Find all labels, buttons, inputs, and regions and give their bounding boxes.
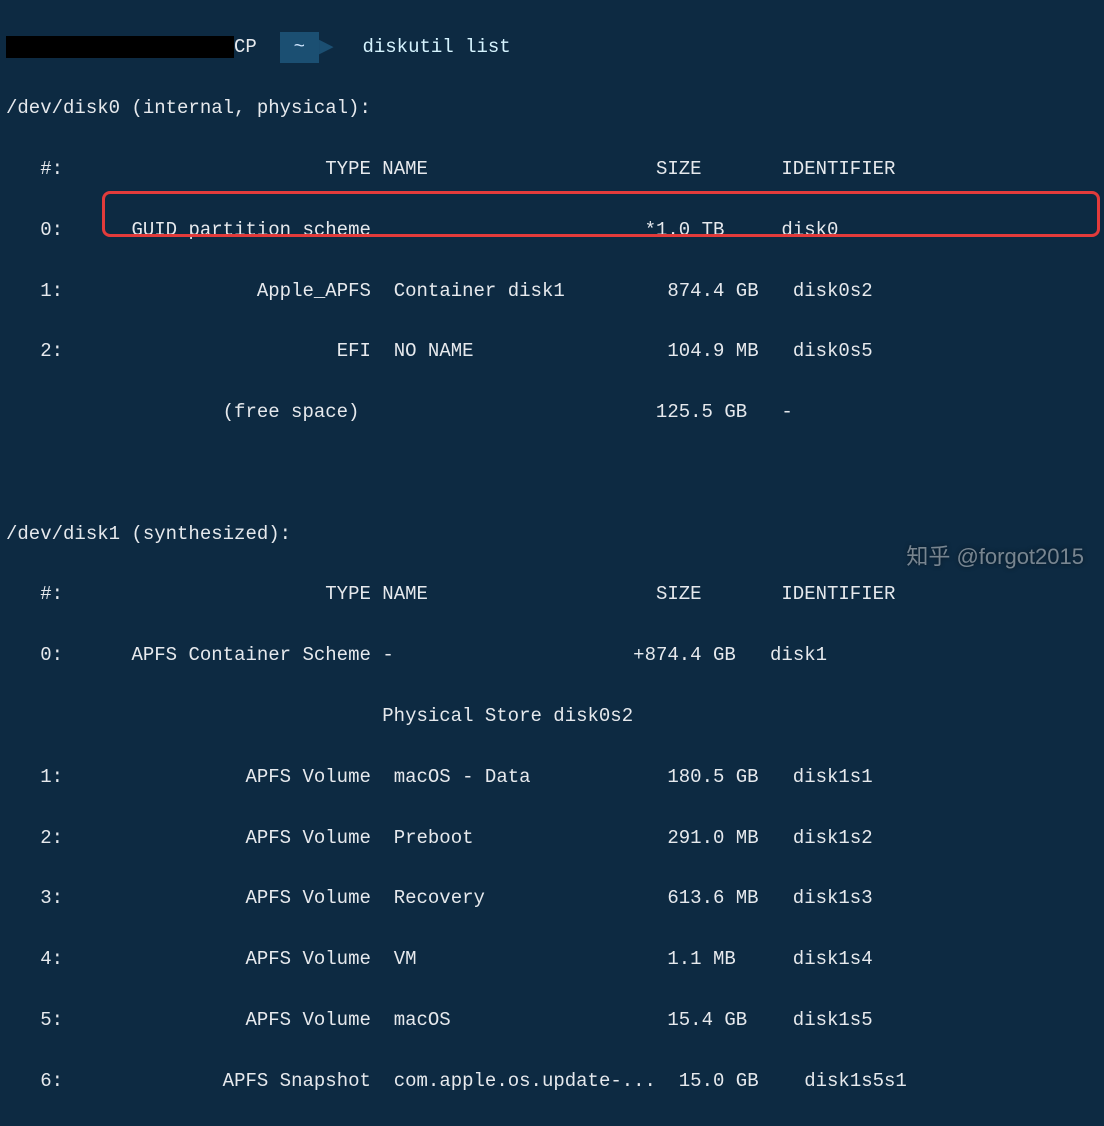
row-type: APFS Volume — [245, 887, 370, 909]
table-row: 1: Apple_APFS Container disk1 874.4 GB d… — [6, 276, 1098, 306]
row-type: (free space) — [223, 401, 360, 423]
physical-store: Physical Store disk0s2 — [6, 701, 1098, 731]
row-size: +874.4 GB — [633, 644, 736, 666]
redacted-host2 — [206, 36, 234, 58]
col-num: #: — [40, 158, 63, 180]
table-row: 2: EFI NO NAME 104.9 MB disk0s5 — [6, 336, 1098, 366]
table-header: #: TYPE NAME SIZE IDENTIFIER — [6, 154, 1098, 184]
redacted-host — [6, 36, 206, 58]
prompt-line[interactable]: CP ~▶ diskutil list — [6, 32, 1098, 62]
host-suffix: CP — [234, 36, 257, 58]
row-id: disk1s4 — [793, 948, 873, 970]
row-num: 2: — [40, 827, 63, 849]
row-num: 1: — [40, 280, 63, 302]
row-num: 0: — [40, 219, 63, 241]
row-type: APFS Volume — [245, 827, 370, 849]
row-name: com.apple.os.update-... — [394, 1070, 656, 1092]
table-header: #: TYPE NAME SIZE IDENTIFIER — [6, 579, 1098, 609]
col-type: TYPE — [325, 158, 371, 180]
row-size: *1.0 TB — [645, 219, 725, 241]
disk1-header: /dev/disk1 (synthesized): — [6, 519, 1098, 549]
row-size: 125.5 GB — [656, 401, 747, 423]
row-num: 5: — [40, 1009, 63, 1031]
table-row: 6: APFS Snapshot com.apple.os.update-...… — [6, 1066, 1098, 1096]
col-size: SIZE — [656, 158, 702, 180]
row-id: disk0s5 — [793, 340, 873, 362]
blank-line — [6, 458, 1098, 488]
row-num: 0: — [40, 644, 63, 666]
command-text: diskutil list — [362, 36, 510, 58]
row-name: - — [382, 644, 393, 666]
row-id: disk0 — [781, 219, 838, 241]
terminal-output: CP ~▶ diskutil list /dev/disk0 (internal… — [0, 0, 1104, 1126]
row-type: APFS Volume — [245, 766, 370, 788]
row-name: macOS — [394, 1009, 451, 1031]
table-row: 2: APFS Volume Preboot 291.0 MB disk1s2 — [6, 823, 1098, 853]
row-id: disk1 — [770, 644, 827, 666]
col-id: IDENTIFIER — [781, 158, 895, 180]
col-id: IDENTIFIER — [781, 583, 895, 605]
table-row: (free space) 125.5 GB - — [6, 397, 1098, 427]
row-name: Preboot — [394, 827, 474, 849]
row-size: 15.4 GB — [667, 1009, 747, 1031]
row-size: 613.6 MB — [667, 887, 758, 909]
path-segment: ~ — [280, 32, 319, 62]
row-type: APFS Volume — [245, 948, 370, 970]
row-name: macOS - Data — [394, 766, 531, 788]
row-type: APFS Container Scheme — [131, 644, 370, 666]
row-name: Container disk1 — [394, 280, 565, 302]
col-type: TYPE — [325, 583, 371, 605]
row-name: VM — [394, 948, 417, 970]
col-name: NAME — [382, 583, 428, 605]
table-row: 0: APFS Container Scheme - +874.4 GB dis… — [6, 640, 1098, 670]
row-size: 15.0 GB — [679, 1070, 759, 1092]
row-type: APFS Snapshot — [223, 1070, 371, 1092]
row-id: disk1s5s1 — [804, 1070, 907, 1092]
row-size: 291.0 MB — [667, 827, 758, 849]
row-size: 1.1 MB — [667, 948, 735, 970]
row-id: disk0s2 — [793, 280, 873, 302]
table-row: 1: APFS Volume macOS - Data 180.5 GB dis… — [6, 762, 1098, 792]
table-row: 4: APFS Volume VM 1.1 MB disk1s4 — [6, 944, 1098, 974]
row-type: GUID_partition_scheme — [131, 219, 370, 241]
physical-store-label: Physical Store disk0s2 — [382, 705, 633, 727]
row-type: APFS Volume — [245, 1009, 370, 1031]
row-type: Apple_APFS — [257, 280, 371, 302]
col-name: NAME — [382, 158, 428, 180]
row-num: 6: — [40, 1070, 63, 1092]
row-size: 104.9 MB — [667, 340, 758, 362]
powerline-arrow-icon: ▶ — [319, 32, 334, 62]
disk0-header: /dev/disk0 (internal, physical): — [6, 93, 1098, 123]
row-type: EFI — [337, 340, 371, 362]
row-id: disk1s1 — [793, 766, 873, 788]
row-name: Recovery — [394, 887, 485, 909]
table-row: 3: APFS Volume Recovery 613.6 MB disk1s3 — [6, 883, 1098, 913]
col-num: #: — [40, 583, 63, 605]
row-size: 874.4 GB — [667, 280, 758, 302]
row-size: 180.5 GB — [667, 766, 758, 788]
row-id: disk1s2 — [793, 827, 873, 849]
row-id: disk1s5 — [793, 1009, 873, 1031]
row-num: 1: — [40, 766, 63, 788]
row-name: NO NAME — [394, 340, 474, 362]
col-size: SIZE — [656, 583, 702, 605]
row-num: 3: — [40, 887, 63, 909]
row-num: 2: — [40, 340, 63, 362]
table-row: 0: GUID_partition_scheme *1.0 TB disk0 — [6, 215, 1098, 245]
row-num: 4: — [40, 948, 63, 970]
row-id: - — [781, 401, 792, 423]
row-id: disk1s3 — [793, 887, 873, 909]
table-row: 5: APFS Volume macOS 15.4 GB disk1s5 — [6, 1005, 1098, 1035]
